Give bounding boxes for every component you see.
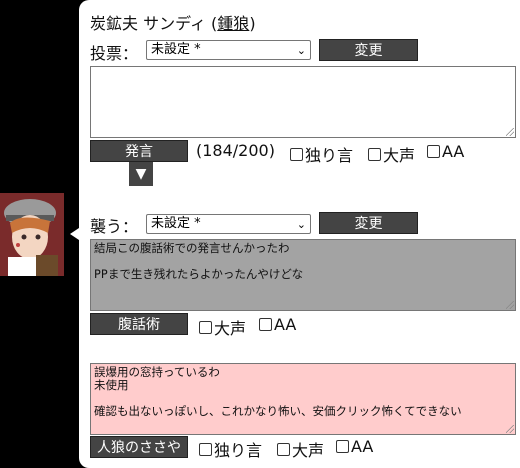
vote-change-button[interactable]: 変更: [319, 39, 418, 61]
resize-handle[interactable]: [506, 301, 514, 309]
action-panel: 炭鉱夫 サンディ (鍾狼) 投票： 未設定 * ⌄ 変更 発言 (184/200…: [79, 0, 520, 468]
vent-aa-checkbox[interactable]: AA: [259, 315, 296, 334]
aa-checkbox[interactable]: AA: [427, 142, 464, 161]
vent-loud-checkbox[interactable]: 大声: [199, 315, 246, 339]
char-counter: (184/200): [196, 141, 275, 160]
ventriloquism-button[interactable]: 腹話術: [90, 313, 188, 335]
whisper-aa-checkbox[interactable]: AA: [336, 437, 373, 456]
role-link[interactable]: 鍾狼: [217, 14, 249, 33]
whisper-monologue-checkbox[interactable]: 独り言: [199, 437, 262, 461]
vote-label: 投票：: [90, 44, 139, 63]
checkbox-box[interactable]: [259, 318, 272, 331]
checkbox-box[interactable]: [199, 442, 212, 456]
attack-select[interactable]: 未設定 * ⌄: [146, 214, 311, 234]
vote-select[interactable]: 未設定 * ⌄: [146, 40, 311, 60]
chevron-down-icon: ⌄: [296, 218, 306, 231]
loud-checkbox[interactable]: 大声: [368, 142, 415, 166]
whisper-button[interactable]: 人狼のささや: [90, 436, 188, 458]
triangle-down-icon: ▼: [135, 166, 147, 182]
whisper-loud-checkbox[interactable]: 大声: [277, 437, 324, 461]
speech-textarea[interactable]: [90, 66, 516, 138]
monologue-checkbox[interactable]: 独り言: [290, 142, 353, 166]
whisper-textarea[interactable]: 誤爆用の窓持っているわ 未使用 確認も出ないっぽいし、これかなり怖い、安価クリッ…: [90, 363, 516, 435]
speech-button[interactable]: 発言: [90, 140, 188, 162]
resize-handle[interactable]: [506, 128, 514, 136]
checkbox-box[interactable]: [427, 145, 440, 158]
expand-down-button[interactable]: ▼: [129, 162, 153, 186]
attack-label: 襲う：: [90, 217, 139, 236]
ventriloquism-textarea[interactable]: 結局この腹話術での発言せんかったわ PPまで生き残れたらよかったんやけどな: [90, 239, 516, 311]
character-name: 炭鉱夫 サンディ: [90, 14, 206, 33]
checkbox-box[interactable]: [336, 440, 349, 453]
character-title: 炭鉱夫 サンディ (鍾狼): [90, 14, 256, 33]
chevron-down-icon: ⌄: [296, 44, 306, 57]
resize-handle[interactable]: [506, 425, 514, 433]
checkbox-box[interactable]: [199, 320, 212, 334]
character-avatar: [0, 193, 64, 276]
attack-change-button[interactable]: 変更: [319, 212, 418, 234]
avatar-pointer: [70, 228, 79, 240]
checkbox-box[interactable]: [368, 147, 381, 161]
checkbox-box[interactable]: [290, 147, 303, 161]
checkbox-box[interactable]: [277, 442, 290, 456]
